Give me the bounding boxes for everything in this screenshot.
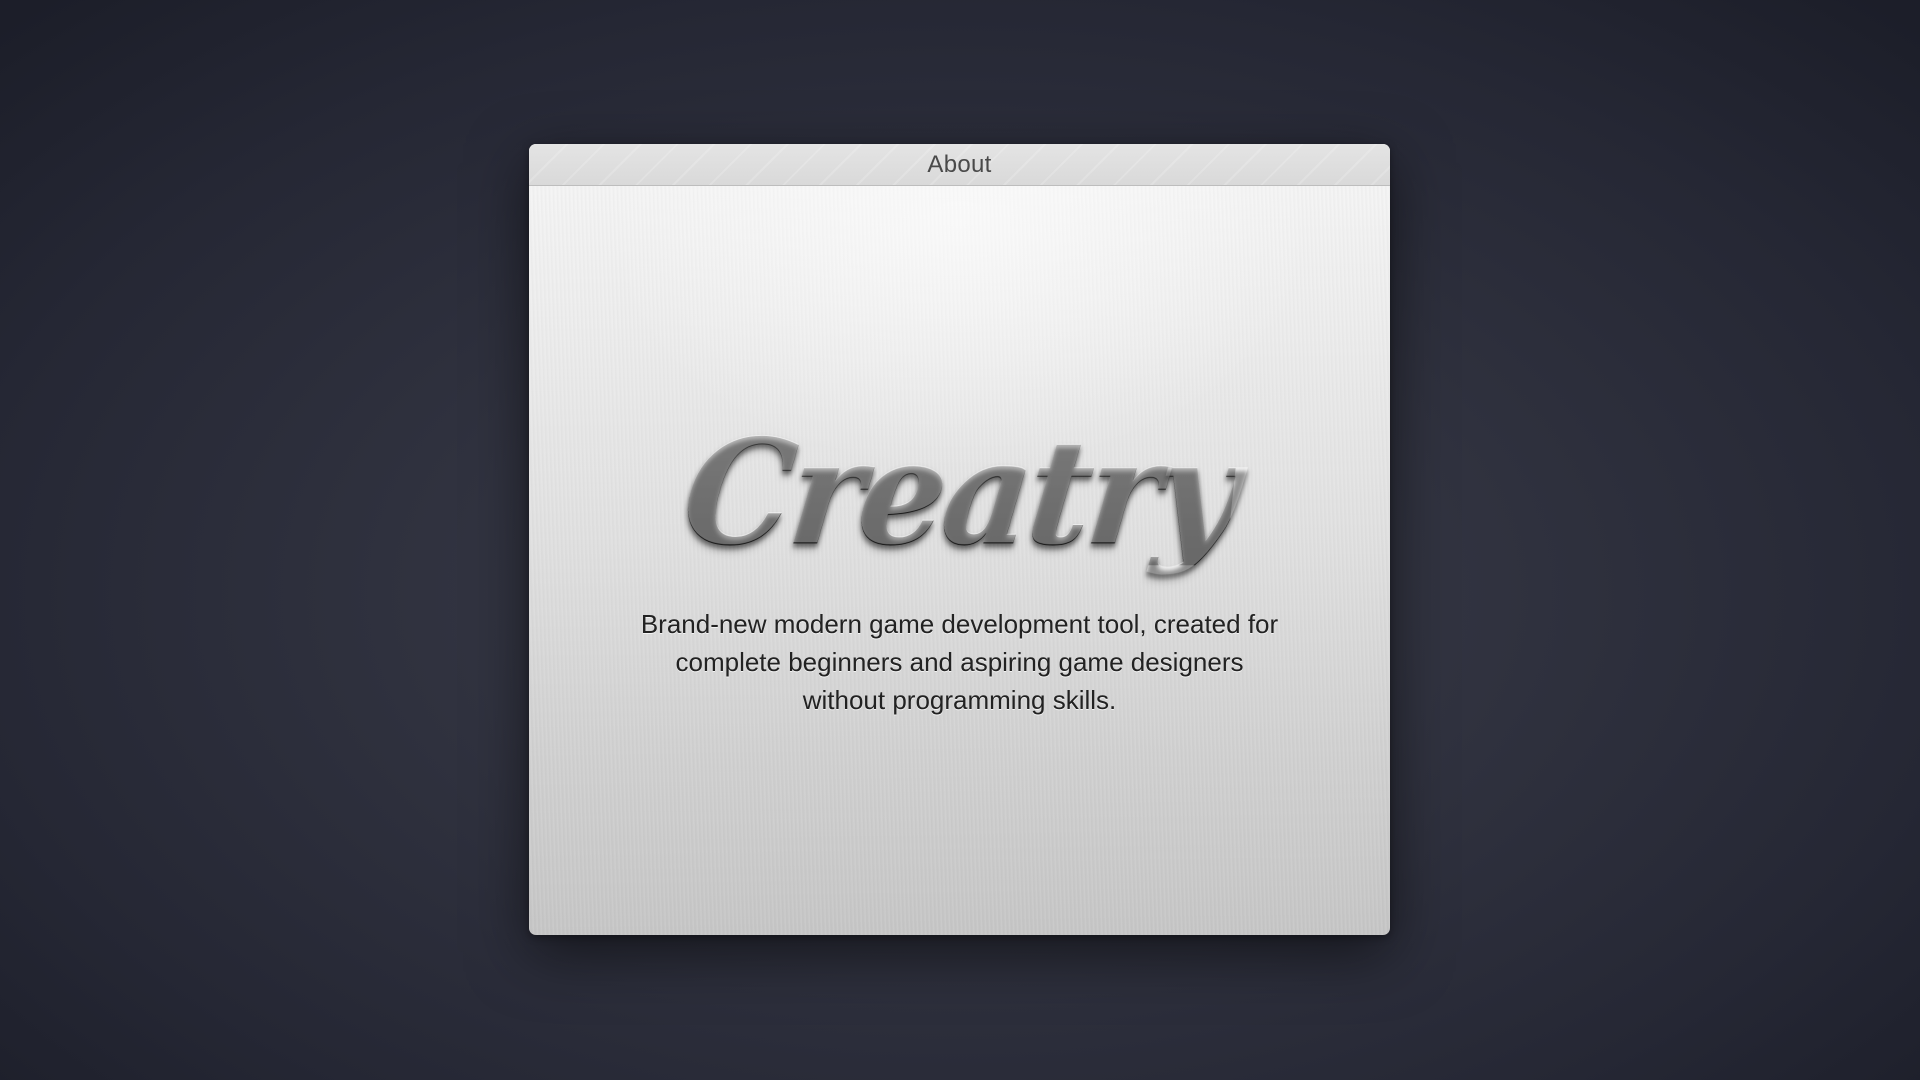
app-logo-text: Creatry: [676, 406, 1243, 579]
description-line: Brand-new modern game development tool, …: [640, 609, 1279, 639]
about-window: About Creatry Brand-new modern game deve…: [529, 144, 1390, 935]
description-line: without programming skills.: [802, 685, 1117, 715]
app-logo: Creatry: [529, 407, 1390, 578]
window-titlebar[interactable]: About: [529, 144, 1390, 186]
app-description: Brand-new modern game development tool, …: [529, 605, 1390, 719]
about-content: Creatry Brand-new modern game developmen…: [529, 186, 1390, 935]
description-line: complete beginners and aspiring game des…: [675, 647, 1244, 677]
window-title: About: [927, 150, 992, 178]
